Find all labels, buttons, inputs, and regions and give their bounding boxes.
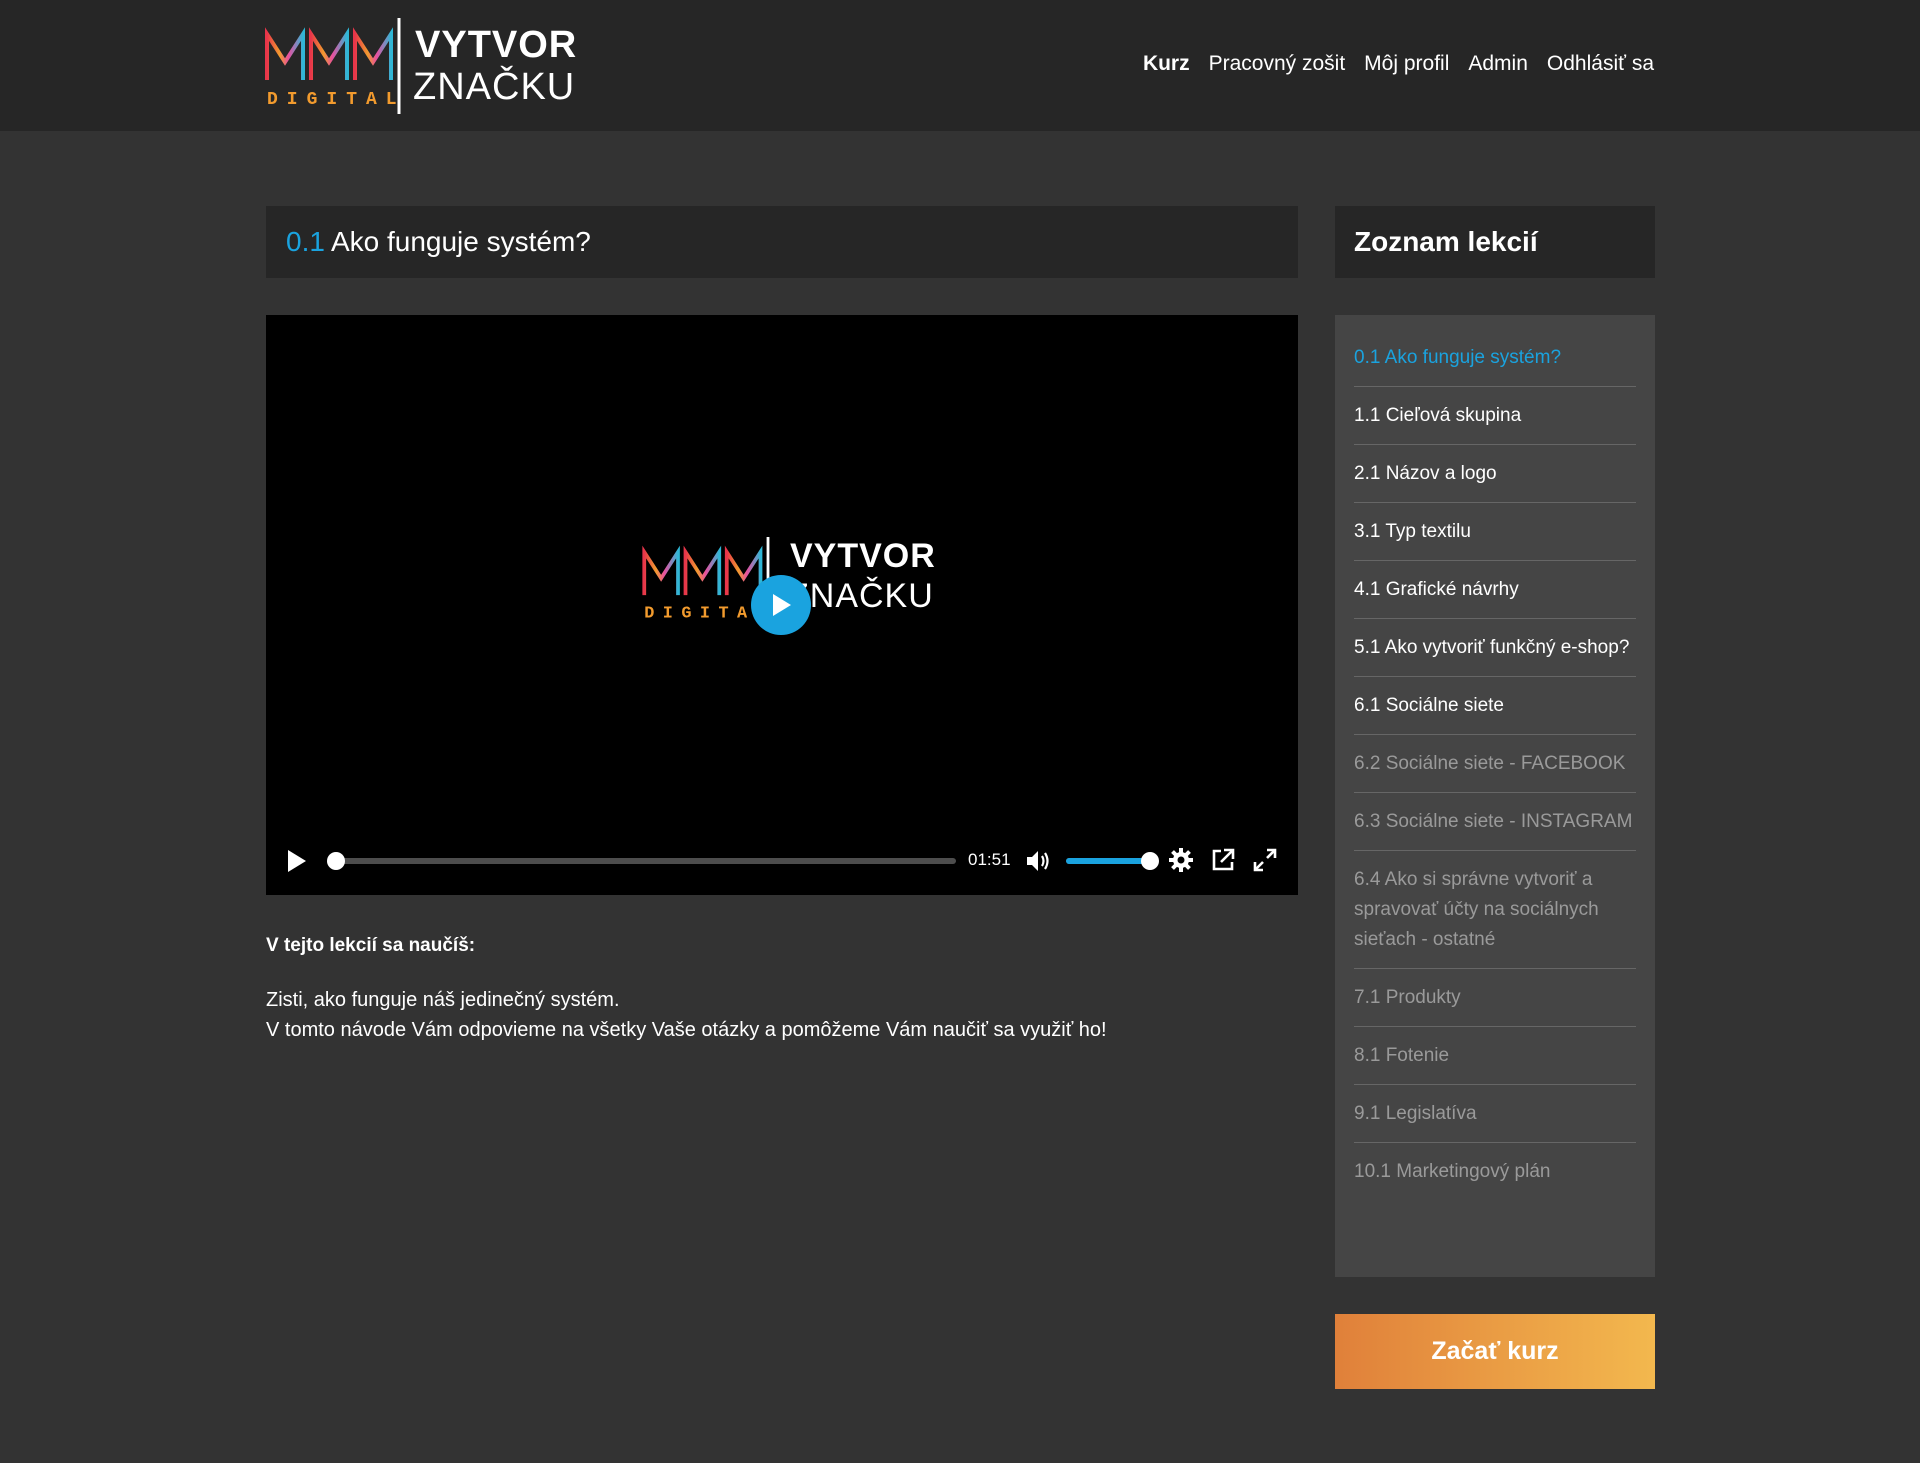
settings-button[interactable] [1168,847,1194,878]
description-line-1: Zisti, ako funguje náš jedinečný systém. [266,989,620,1011]
gear-icon [1169,848,1193,872]
lesson-item-6-2[interactable]: 6.2 Sociálne siete - FACEBOOK [1354,735,1636,793]
volume-slider[interactable] [1066,852,1159,870]
nav-item-pracovny-zosit[interactable]: Pracovný zošit [1209,52,1346,76]
lesson-item-8-1[interactable]: 8.1 Fotenie [1354,1027,1636,1085]
main-nav: Kurz Pracovný zošit Môj profil Admin Odh… [1143,52,1654,76]
lesson-title: Ako funguje systém? [330,226,591,257]
lesson-item-1-1[interactable]: 1.1 Cieľová skupina [1354,387,1636,445]
lesson-item-6-3[interactable]: 6.3 Sociálne siete - INSTAGRAM [1354,793,1636,851]
lesson-list: 0.1 Ako funguje systém? 1.1 Cieľová skup… [1335,315,1655,1277]
nav-item-odhlasit-sa[interactable]: Odhlásiť sa [1547,52,1654,76]
description-line-2: V tomto návode Vám odpovieme na všetky V… [266,1019,1107,1041]
lesson-item-5-1[interactable]: 5.1 Ako vytvoriť funkčný e-shop? [1354,619,1636,677]
lesson-item-4-1[interactable]: 4.1 Grafické návrhy [1354,561,1636,619]
play-button[interactable] [286,849,308,878]
lesson-item-2-1[interactable]: 2.1 Názov a logo [1354,445,1636,503]
lesson-title-bar: 0.1 Ako funguje systém? [266,206,1298,278]
logo-word-vytvor: VYTVOR [415,24,578,66]
video-logo-word-vytvor: VYTVOR [790,537,936,575]
play-icon [773,594,791,616]
lesson-item-9-1[interactable]: 9.1 Legislatíva [1354,1085,1636,1143]
logo-mark: DIGITAL [265,18,405,114]
lesson-item-3-1[interactable]: 3.1 Typ textilu [1354,503,1636,561]
volume-fill [1066,858,1150,864]
lesson-number: 0.1 [286,226,325,257]
popout-button[interactable] [1210,847,1236,878]
mute-button[interactable] [1026,849,1052,878]
external-link-icon [1212,848,1235,871]
progress-thumb[interactable] [327,852,345,870]
big-play-button[interactable] [751,575,811,635]
lesson-item-7-1[interactable]: 7.1 Produkty [1354,969,1636,1027]
progress-bar[interactable] [327,852,956,870]
nav-item-moj-profil[interactable]: Môj profil [1364,52,1449,76]
fullscreen-button[interactable] [1252,847,1278,878]
lesson-item-6-1[interactable]: 6.1 Sociálne siete [1354,677,1636,735]
start-course-button[interactable]: Začať kurz [1335,1314,1655,1389]
lesson-description: Zisti, ako funguje náš jedinečný systém.… [266,985,1107,1045]
brand-logo[interactable]: DIGITAL VYTVOR ZNAČKU [265,18,576,114]
fullscreen-icon [1253,848,1277,872]
lesson-list-title: Zoznam lekcií [1335,206,1655,278]
lesson-item-6-4[interactable]: 6.4 Ako si správne vytvoriť a spravovať … [1354,851,1636,969]
volume-icon [1027,851,1049,871]
nav-item-admin[interactable]: Admin [1468,52,1528,76]
video-controls: 01:51 [266,829,1298,895]
play-icon [288,850,306,872]
nav-item-kurz[interactable]: Kurz [1143,52,1190,76]
volume-thumb[interactable] [1141,852,1159,870]
site-header: DIGITAL VYTVOR ZNAČKU Kurz Pracovný zoši… [0,0,1920,131]
lesson-item-0-1[interactable]: 0.1 Ako funguje systém? [1354,329,1636,387]
lesson-item-10-1[interactable]: 10.1 Marketingový plán [1354,1143,1636,1200]
logo-word-znacku: ZNAČKU [413,66,576,108]
svg-text:DIGITAL: DIGITAL [267,90,405,110]
lesson-description-heading: V tejto lekcií sa naučíš: [266,935,476,956]
time-display: 01:51 [968,850,1011,869]
video-player[interactable]: DIGITAL VYTVOR ZNAČKU 01:51 [266,315,1298,895]
